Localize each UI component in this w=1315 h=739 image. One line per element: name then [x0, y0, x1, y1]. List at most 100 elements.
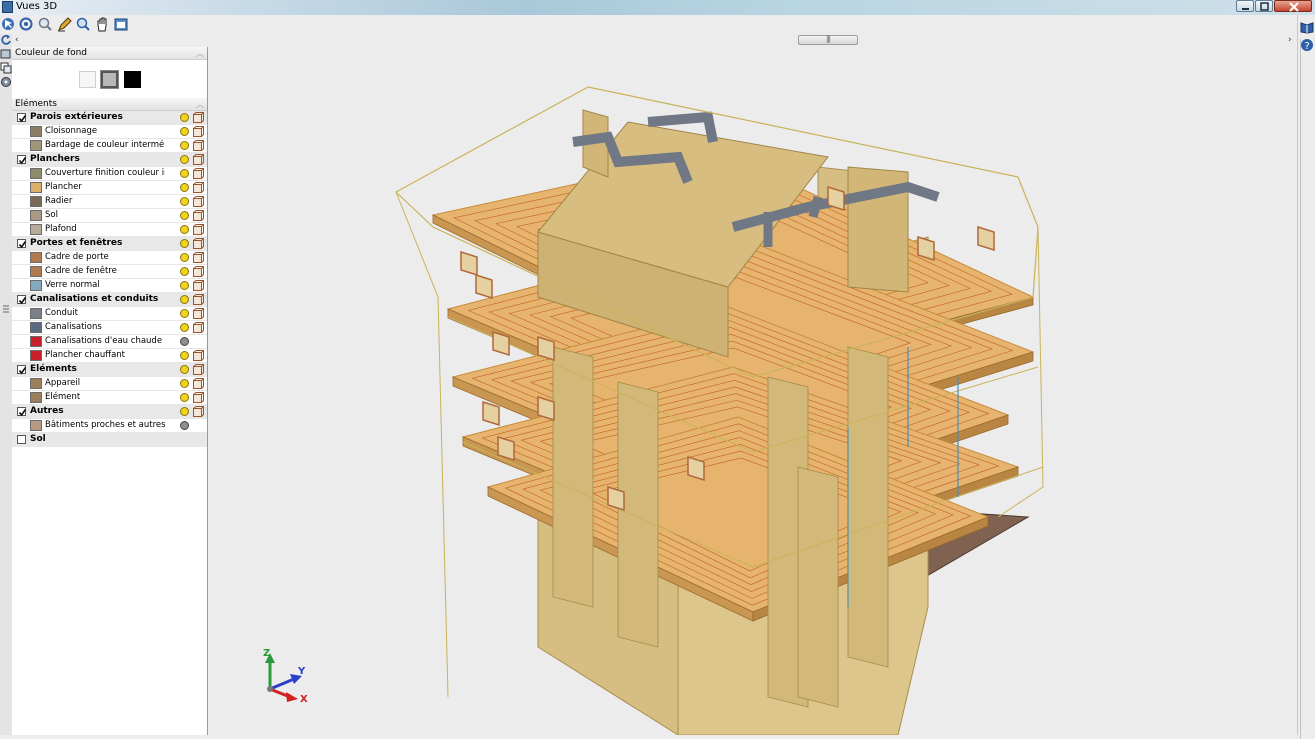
group-checkbox[interactable] [17, 155, 27, 165]
background-swatch-light[interactable] [79, 71, 96, 88]
element-group-row[interactable]: Portes et fenêtres [12, 237, 207, 251]
visibility-dot-icon[interactable] [180, 127, 189, 136]
copy-view-button[interactable] [0, 62, 12, 74]
color-swatch[interactable] [30, 182, 42, 193]
close-button[interactable] [1274, 0, 1312, 12]
element-item-row[interactable]: Sol [12, 209, 207, 223]
group-checkbox[interactable] [17, 239, 27, 249]
visibility-dot-icon[interactable] [180, 155, 189, 164]
element-item-row[interactable]: Bardage de couleur intermé... [12, 139, 207, 153]
group-checkbox[interactable] [17, 407, 27, 417]
background-swatch-grey[interactable] [100, 70, 119, 89]
render-mode-icon[interactable] [193, 238, 205, 249]
color-swatch[interactable] [30, 322, 42, 333]
render-mode-icon[interactable] [193, 252, 205, 263]
visibility-dot-icon[interactable] [180, 211, 189, 220]
scroll-thumb[interactable]: ||| [798, 35, 858, 45]
refresh-button[interactable] [0, 34, 12, 46]
visibility-dot-icon[interactable] [180, 169, 189, 178]
visibility-dot-icon[interactable] [180, 393, 189, 402]
render-mode-icon[interactable] [193, 392, 205, 403]
element-item-row[interactable]: Cadre de porte [12, 251, 207, 265]
scroll-left-arrow-icon[interactable]: ‹ [15, 34, 19, 46]
pencil-tool-button[interactable] [56, 16, 73, 33]
horizontal-scrollbar[interactable]: ‹ ||| › [12, 34, 1297, 47]
right-scroll-track[interactable] [1300, 39, 1313, 739]
element-group-row[interactable]: Eléments [12, 363, 207, 377]
visibility-dot-icon[interactable] [180, 183, 189, 192]
group-checkbox[interactable] [17, 113, 27, 123]
color-swatch[interactable] [30, 224, 42, 235]
settings-button[interactable] [0, 76, 12, 88]
visibility-dot-icon[interactable] [180, 421, 189, 430]
elements-header[interactable]: Eléments ︿ [12, 98, 207, 111]
color-swatch[interactable] [30, 210, 42, 221]
visibility-dot-icon[interactable] [180, 379, 189, 388]
element-item-row[interactable]: Plafond [12, 223, 207, 237]
element-group-row[interactable]: Planchers [12, 153, 207, 167]
element-item-row[interactable]: Plancher chauffant [12, 349, 207, 363]
render-mode-icon[interactable] [193, 322, 205, 333]
element-item-row[interactable]: Canalisations [12, 321, 207, 335]
element-group-row[interactable]: Sol [12, 433, 207, 447]
render-mode-icon[interactable] [193, 182, 205, 193]
render-mode-icon[interactable] [193, 406, 205, 417]
render-mode-icon[interactable] [193, 196, 205, 207]
render-mode-icon[interactable] [193, 294, 205, 305]
visibility-dot-icon[interactable] [180, 295, 189, 304]
color-swatch[interactable] [30, 378, 42, 389]
visibility-dot-icon[interactable] [180, 323, 189, 332]
visibility-dot-icon[interactable] [180, 281, 189, 290]
visibility-dot-icon[interactable] [180, 197, 189, 206]
visibility-dot-icon[interactable] [180, 141, 189, 150]
color-swatch[interactable] [30, 266, 42, 277]
element-item-row[interactable]: Elément [12, 391, 207, 405]
visibility-dot-icon[interactable] [180, 337, 189, 346]
element-item-row[interactable]: Cadre de fenêtre [12, 265, 207, 279]
color-swatch[interactable] [30, 392, 42, 403]
orbit-tool-button[interactable] [18, 16, 35, 33]
maximize-button[interactable] [1255, 0, 1273, 12]
render-mode-icon[interactable] [193, 140, 205, 151]
panel-splitter-handle[interactable] [2, 304, 10, 314]
render-mode-icon[interactable] [193, 308, 205, 319]
element-item-row[interactable]: Couverture finition couleur in... [12, 167, 207, 181]
color-swatch[interactable] [30, 126, 42, 137]
visibility-dot-icon[interactable] [180, 407, 189, 416]
render-mode-icon[interactable] [193, 266, 205, 277]
element-group-row[interactable]: Autres [12, 405, 207, 419]
color-swatch[interactable] [30, 168, 42, 179]
book-button[interactable] [1300, 20, 1314, 34]
element-item-row[interactable]: Radier [12, 195, 207, 209]
layers-button[interactable] [0, 48, 12, 60]
3d-viewport[interactable]: Z Y X [208, 47, 1297, 735]
building-3d-model[interactable] [208, 47, 1297, 735]
group-checkbox[interactable] [17, 435, 26, 444]
element-item-row[interactable]: Cloisonnage [12, 125, 207, 139]
color-swatch[interactable] [30, 252, 42, 263]
group-checkbox[interactable] [17, 365, 27, 375]
element-item-row[interactable]: Canalisations d'eau chaude [12, 335, 207, 349]
zoom-tool-button[interactable] [75, 16, 92, 33]
zoom-window-button[interactable] [37, 16, 54, 33]
minimize-button[interactable] [1236, 0, 1254, 12]
visibility-dot-icon[interactable] [180, 253, 189, 262]
capture-view-button[interactable] [113, 16, 130, 33]
element-item-row[interactable]: Appareil [12, 377, 207, 391]
background-swatch-black[interactable] [124, 71, 141, 88]
group-checkbox[interactable] [17, 295, 27, 305]
render-mode-icon[interactable] [193, 364, 205, 375]
visibility-dot-icon[interactable] [180, 239, 189, 248]
color-swatch[interactable] [30, 196, 42, 207]
render-mode-icon[interactable] [193, 280, 205, 291]
color-swatch[interactable] [30, 350, 42, 361]
render-mode-icon[interactable] [193, 378, 205, 389]
element-group-row[interactable]: Canalisations et conduits [12, 293, 207, 307]
pan-tool-button[interactable] [94, 16, 111, 33]
scroll-right-arrow-icon[interactable]: › [1288, 34, 1292, 46]
element-item-row[interactable]: Conduit [12, 307, 207, 321]
render-mode-icon[interactable] [193, 168, 205, 179]
color-swatch[interactable] [30, 336, 42, 347]
color-swatch[interactable] [30, 308, 42, 319]
element-item-row[interactable]: Bâtiments proches et autres... [12, 419, 207, 433]
